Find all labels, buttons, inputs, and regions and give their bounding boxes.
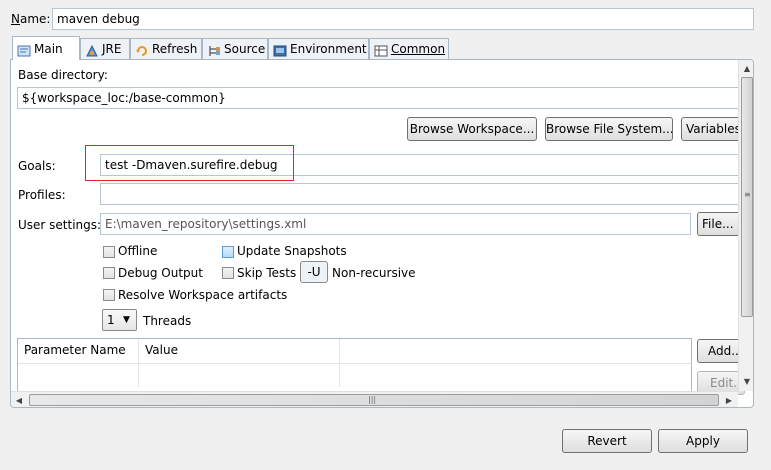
tab-environment[interactable]: Environment	[268, 38, 369, 59]
grip-icon: ≡	[744, 190, 751, 199]
table-cell	[18, 363, 139, 387]
vertical-scrollbar[interactable]: ▲ ≡ ▼	[738, 60, 753, 391]
base-directory-label: Base directory:	[18, 68, 108, 82]
column-parameter-name[interactable]: Parameter Name	[18, 339, 139, 363]
name-input[interactable]: maven debug	[52, 8, 754, 30]
goals-input[interactable]: test -Dmaven.surefire.debug	[100, 154, 739, 176]
parameters-table-header: Parameter Name Value	[18, 339, 691, 364]
user-settings-label: User settings:	[18, 218, 102, 232]
goals-label: Goals:	[18, 159, 56, 173]
horizontal-scrollbar[interactable]: ◀ ||| ▶	[11, 391, 738, 407]
offline-label: Offline	[118, 244, 158, 258]
profiles-label: Profiles:	[18, 188, 66, 202]
tab-environment-label: Environment	[290, 42, 367, 56]
tab-refresh-label: Refresh	[152, 42, 198, 56]
grip-icon: |||	[368, 395, 377, 404]
variables-button[interactable]: Variables...	[681, 117, 745, 141]
tab-jre-label: JRE	[102, 42, 122, 56]
table-cell	[139, 363, 340, 387]
tab-common-label: Common	[391, 42, 446, 56]
update-snapshots-checkbox[interactable]	[222, 246, 234, 258]
column-value[interactable]: Value	[139, 339, 340, 363]
horizontal-scroll-thumb[interactable]: |||	[29, 394, 719, 406]
chevron-down-icon: ▼	[123, 315, 130, 325]
profiles-input[interactable]	[100, 183, 739, 205]
scroll-down-icon[interactable]: ▼	[740, 374, 753, 388]
browse-workspace-button[interactable]: Browse Workspace...	[407, 117, 537, 141]
tab-jre[interactable]: JRE	[80, 38, 130, 59]
scroll-left-icon[interactable]: ◀	[12, 393, 26, 407]
parameters-table[interactable]: Parameter Name Value	[17, 338, 692, 398]
tab-refresh[interactable]: Refresh	[130, 38, 202, 59]
threads-select[interactable]: 1 ▼	[102, 309, 137, 331]
base-directory-input[interactable]: ${workspace_loc:/base-common}	[17, 87, 739, 109]
vertical-scroll-thumb[interactable]: ≡	[741, 77, 753, 317]
table-row[interactable]	[18, 363, 691, 387]
update-snapshots-label: Update Snapshots	[237, 244, 347, 258]
tab-common[interactable]: Common	[369, 38, 449, 59]
resolve-workspace-checkbox[interactable]	[103, 289, 115, 301]
skip-tests-label: Skip Tests	[237, 266, 297, 280]
user-settings-input[interactable]: E:\maven_repository\settings.xml	[100, 213, 691, 235]
tab-main-label: Main	[34, 41, 63, 56]
skip-tests-checkbox[interactable]	[222, 267, 234, 279]
threads-value: 1	[107, 313, 115, 327]
threads-label: Threads	[143, 314, 192, 328]
non-recursive-label: Non-recursive	[332, 266, 416, 280]
non-recursive-badge: -U	[300, 261, 328, 283]
apply-button[interactable]: Apply	[658, 429, 748, 453]
main-panel: Base directory: ${workspace_loc:/base-co…	[10, 59, 754, 408]
tab-source-label: Source	[224, 42, 266, 56]
source-icon	[207, 43, 221, 56]
scroll-right-icon[interactable]: ▶	[722, 393, 736, 407]
environment-icon	[273, 43, 287, 57]
common-icon	[374, 43, 388, 57]
name-label: Name:	[11, 12, 51, 26]
tab-source[interactable]: Source	[202, 38, 268, 59]
scroll-up-icon[interactable]: ▲	[740, 61, 753, 75]
revert-button[interactable]: Revert	[562, 429, 652, 453]
main-tab-icon	[17, 43, 31, 56]
browse-file-system-button[interactable]: Browse File System...	[545, 117, 673, 141]
debug-output-checkbox[interactable]	[103, 267, 115, 279]
offline-checkbox[interactable]	[103, 246, 115, 258]
resolve-workspace-label: Resolve Workspace artifacts	[118, 288, 288, 302]
jre-icon	[85, 43, 99, 57]
debug-output-label: Debug Output	[118, 266, 203, 280]
tab-main[interactable]: Main	[12, 36, 80, 60]
refresh-icon	[135, 43, 149, 56]
